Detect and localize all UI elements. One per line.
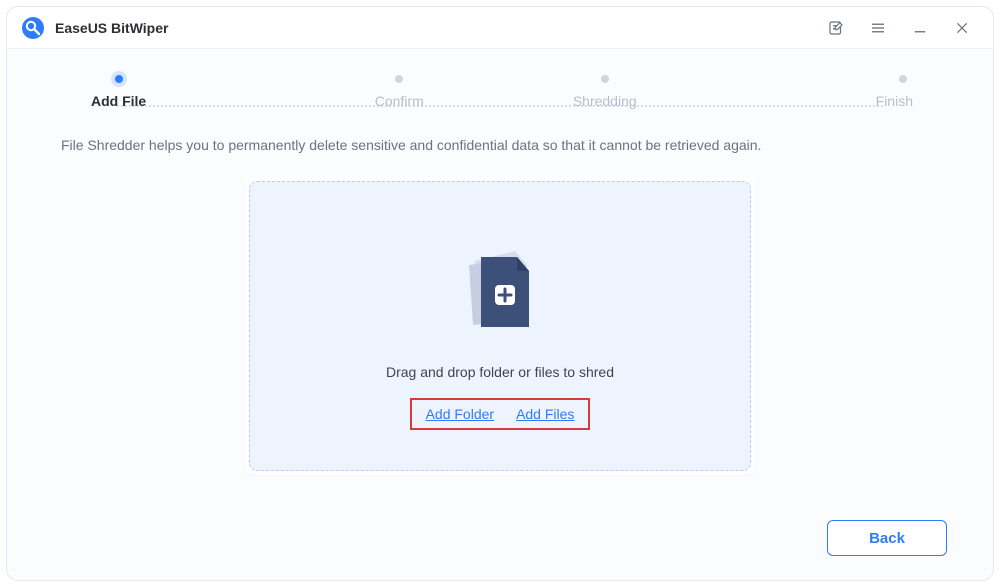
- add-document-icon: [445, 241, 555, 346]
- step-dot-icon: [115, 75, 123, 83]
- step-confirm: Confirm: [297, 75, 503, 109]
- step-label: Confirm: [297, 93, 503, 109]
- step-dot-icon: [899, 75, 907, 83]
- step-shredding: Shredding: [502, 75, 708, 109]
- step-label: Finish: [708, 93, 914, 109]
- step-dot-icon: [395, 75, 403, 83]
- title-bar: EaseUS BitWiper: [7, 7, 993, 49]
- step-label: Add File: [91, 93, 297, 109]
- app-window: EaseUS BitWiper: [6, 6, 994, 581]
- dropzone-instruction: Drag and drop folder or files to shred: [386, 364, 614, 380]
- app-title: EaseUS BitWiper: [55, 20, 168, 36]
- step-add-file: Add File: [87, 75, 297, 109]
- app-logo-icon: [21, 16, 45, 40]
- step-dot-icon: [601, 75, 609, 83]
- add-files-link[interactable]: Add Files: [516, 406, 574, 422]
- file-dropzone[interactable]: Drag and drop folder or files to shred A…: [249, 181, 751, 471]
- add-links-highlight: Add Folder Add Files: [410, 398, 591, 430]
- menu-icon[interactable]: [857, 10, 899, 46]
- feedback-icon[interactable]: [815, 10, 857, 46]
- drop-panel: Drag and drop folder or files to shred A…: [245, 177, 755, 475]
- drop-panel-wrap: Drag and drop folder or files to shred A…: [7, 177, 993, 475]
- close-icon[interactable]: [941, 10, 983, 46]
- minimize-icon[interactable]: [899, 10, 941, 46]
- step-label: Shredding: [502, 93, 708, 109]
- add-folder-link[interactable]: Add Folder: [426, 406, 494, 422]
- step-indicator: Add File Confirm Shredding Finish: [7, 49, 993, 109]
- step-finish: Finish: [708, 75, 914, 109]
- back-button[interactable]: Back: [827, 520, 947, 556]
- description-text: File Shredder helps you to permanently d…: [7, 109, 993, 153]
